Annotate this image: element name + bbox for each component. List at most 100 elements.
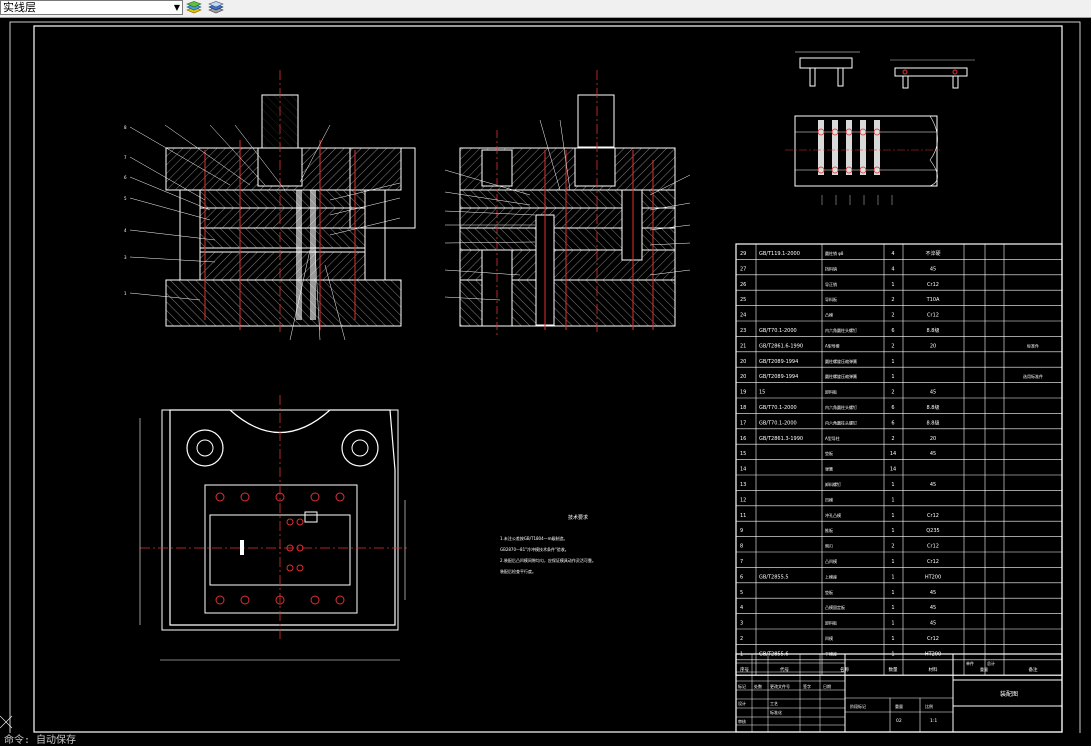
svg-text:处数: 处数 — [754, 683, 762, 689]
svg-text:7: 7 — [124, 155, 127, 160]
drawing-title: 装配图 — [1000, 690, 1018, 698]
bom-no: 13 — [740, 482, 746, 488]
svg-text:签字: 签字 — [803, 683, 811, 689]
tech-title: 技术要求 — [568, 514, 588, 521]
bom-no: 18 — [740, 405, 746, 411]
bom-code: GB/T2089-1994 — [759, 374, 798, 380]
bom-no: 9 — [740, 528, 743, 534]
bom-qty: 1 — [891, 359, 894, 365]
bom-code: GB/T2861.6-1990 — [759, 343, 803, 349]
bom-material: Cr12 — [927, 544, 939, 550]
bom-qty: 2 — [891, 544, 894, 550]
bom-material: 45 — [930, 621, 936, 627]
chevron-down-icon: ▼ — [173, 3, 180, 12]
bom-header-single: 单件 — [966, 660, 974, 666]
bom-qty: 4 — [891, 251, 894, 257]
bom-name: 推板 — [825, 527, 833, 533]
bom-qty: 1 — [891, 621, 894, 627]
front-section-view: 8 7 6 5 4 3 1 — [124, 70, 416, 341]
bom-name: 卸料板 — [825, 389, 837, 395]
bom-material: 8.8级 — [927, 327, 940, 334]
bom-no: 4 — [740, 605, 743, 611]
bom-name: 弹簧 — [825, 466, 833, 472]
svg-text:标准化: 标准化 — [770, 709, 782, 715]
bom-code: 15 — [759, 390, 765, 396]
bom-qty: 14 — [890, 451, 896, 457]
svg-text:1.未注公差按GB/T1804—m级制造。: 1.未注公差按GB/T1804—m级制造。 — [500, 535, 568, 541]
strip-layout — [785, 115, 940, 205]
layer-states-icon[interactable] — [186, 1, 202, 15]
bom-material: Cr12 — [927, 282, 939, 288]
svg-text:1:1: 1:1 — [930, 718, 937, 724]
svg-text:更改文件号: 更改文件号 — [770, 683, 790, 689]
bom-material: 45 — [930, 266, 936, 272]
bom-name: 内六角圆柱头螺钉 — [825, 327, 857, 333]
bom-name: 挡料销 — [825, 265, 837, 271]
bom-qty: 6 — [891, 405, 894, 411]
bom-material: 20 — [930, 436, 936, 442]
bom-qty: 2 — [891, 436, 894, 442]
bom-no: 27 — [740, 266, 746, 272]
svg-text:装配后检查平行度。: 装配后检查平行度。 — [500, 568, 536, 574]
bom-no: 26 — [740, 282, 746, 288]
svg-text:日期: 日期 — [823, 683, 831, 689]
bom-name: 圆柱螺旋压缩弹簧 — [825, 373, 857, 379]
bom-material: Cr12 — [927, 559, 939, 565]
bom-no: 8 — [740, 544, 743, 550]
bom-qty: 2 — [891, 297, 894, 303]
bom-material: Cr12 — [927, 636, 939, 642]
bom-material: Cr12 — [927, 513, 939, 519]
bom-material: 20 — [930, 343, 936, 349]
bom-no: 2 — [740, 636, 743, 642]
bom-material: 45 — [930, 482, 936, 488]
title-block: 标记 处数 更改文件号 签字 日期 设计 审核 工艺 标准化 阶段标记 重量 比… — [735, 653, 1063, 733]
layer-name: 实线层 — [3, 1, 36, 14]
bom-remark: 选用标准件 — [1023, 373, 1043, 379]
bom-no: 16 — [740, 436, 746, 442]
bom-no: 20 — [740, 359, 746, 365]
layer-dropdown[interactable]: 实线层 ▼ — [0, 0, 183, 15]
bom-header-total: 总计 — [987, 660, 995, 666]
svg-text:重量: 重量 — [895, 703, 903, 709]
layer-manager-icon[interactable] — [208, 1, 224, 15]
bom-name: 导料板 — [825, 296, 837, 302]
bom-qty: 1 — [891, 482, 894, 488]
bom-qty: 1 — [891, 636, 894, 642]
bom-name: 凹模 — [825, 496, 833, 502]
bom-material: 45 — [930, 390, 936, 396]
svg-text:工艺: 工艺 — [770, 701, 778, 706]
cad-drawing: 87 65 43 1 技术要求 1.未注公差按GB/T1804—m级制造。 GB… — [0, 21, 1081, 739]
bom-name: 凸凹模 — [825, 558, 837, 564]
bom-no: 21 — [740, 343, 746, 349]
bom-no: 20 — [740, 374, 746, 380]
bom-no: 29 — [740, 251, 746, 257]
bom-qty: 1 — [891, 374, 894, 380]
bom-qty: 14 — [890, 467, 896, 473]
svg-text:比例: 比例 — [925, 703, 933, 709]
bom-code: GB/T70.1-2000 — [759, 328, 797, 334]
svg-text:1: 1 — [124, 291, 127, 296]
bom-code: GB/T2855.5 — [759, 574, 789, 580]
svg-text:4: 4 — [124, 228, 127, 233]
bom-name: 卸料板 — [825, 620, 837, 626]
bom-code: GB/T2089-1994 — [759, 359, 798, 365]
bom-qty: 2 — [891, 390, 894, 396]
svg-text:设计: 设计 — [738, 700, 746, 706]
bom-name: 冲孔凸模 — [825, 512, 841, 518]
bom-material: Q235 — [926, 528, 939, 534]
bom-material: HT200 — [925, 574, 941, 580]
command-line[interactable]: 命令: 自动保存 — [0, 733, 1091, 746]
bom-qty: 2 — [891, 313, 894, 319]
drawing-canvas[interactable]: 87 65 43 1 技术要求 1.未注公差按GB/T1804—m级制造。 GB… — [0, 18, 1091, 744]
bom-qty: 1 — [891, 513, 894, 519]
bom-material: 8.8级 — [927, 404, 940, 411]
bom-header-qty: 数量 — [889, 666, 898, 673]
bom-qty: 2 — [891, 343, 894, 349]
bom-name: 侧刃 — [825, 543, 833, 549]
bom-no: 15 — [740, 451, 746, 457]
bom-name: 导正销 — [825, 281, 837, 287]
bom-name: 凸模固定板 — [825, 604, 845, 610]
bom-qty: 1 — [891, 528, 894, 534]
bom-name: 凹模 — [825, 635, 833, 641]
bom-no: 6 — [740, 574, 743, 580]
